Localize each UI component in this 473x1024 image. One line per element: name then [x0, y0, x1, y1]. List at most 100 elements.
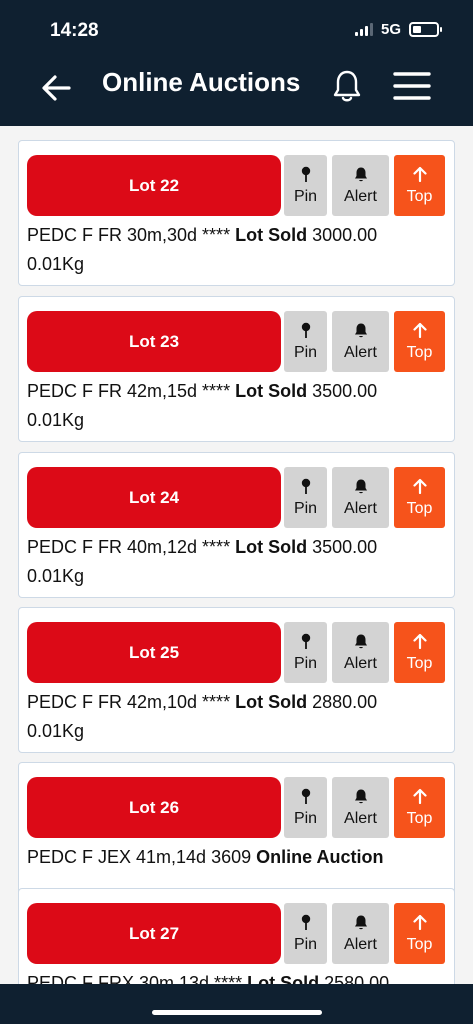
alert-label: Alert — [344, 499, 377, 517]
lot-price: 2580.00 — [324, 973, 390, 984]
lot-desc-text: PEDC F FRX 30m,13d **** — [27, 973, 243, 984]
arrow-up-icon — [412, 478, 427, 494]
notifications-button[interactable] — [326, 65, 368, 107]
lot-desc-text: PEDC F FR 42m,15d **** — [27, 381, 231, 401]
scroll-top-button[interactable]: Top — [394, 311, 445, 372]
lot-card: Lot 24 Pin Alert Top PEDC F FR 40m,12d *… — [18, 452, 455, 598]
top-label: Top — [406, 499, 433, 517]
status-indicators: 5G — [354, 21, 442, 38]
scroll-top-button[interactable]: Top — [394, 155, 445, 216]
top-label: Top — [406, 343, 433, 361]
lot-description: PEDC F FR 42m,10d **** Lot Sold 2880.00 0… — [27, 688, 451, 746]
scroll-top-button[interactable]: Top — [394, 777, 445, 838]
lot-button[interactable]: Lot 26 — [27, 777, 281, 838]
scroll-top-button[interactable]: Top — [394, 622, 445, 683]
lot-price: 3000.00 — [312, 225, 378, 245]
lot-card: Lot 23 Pin Alert Top PEDC F FR 42m,15d *… — [18, 296, 455, 442]
lot-status: Lot Sold — [247, 973, 320, 984]
alert-label: Alert — [344, 187, 377, 205]
top-label: Top — [406, 187, 433, 205]
pin-icon — [301, 478, 310, 494]
alert-bell-icon — [354, 634, 367, 648]
home-indicator[interactable] — [152, 1010, 322, 1015]
pin-icon — [301, 322, 310, 338]
alert-button[interactable]: Alert — [332, 903, 389, 964]
arrow-up-icon — [412, 788, 427, 804]
lot-status: Lot Sold — [235, 381, 308, 401]
alert-button[interactable]: Alert — [332, 777, 389, 838]
lot-button[interactable]: Lot 27 — [27, 903, 281, 964]
lot-button[interactable]: Lot 22 — [27, 155, 281, 216]
arrow-up-icon — [412, 914, 427, 930]
alert-button[interactable]: Alert — [332, 622, 389, 683]
scroll-top-button[interactable]: Top — [394, 467, 445, 528]
pin-button[interactable]: Pin — [284, 155, 327, 216]
scroll-top-button[interactable]: Top — [394, 903, 445, 964]
alert-bell-icon — [354, 167, 367, 181]
app-header: Online Auctions — [0, 60, 473, 126]
battery-icon — [409, 22, 442, 37]
lot-price: 3500.00 — [312, 381, 378, 401]
lot-card: Lot 27 Pin Alert Top PEDC F FRX 30m,13d … — [18, 888, 455, 984]
pin-button[interactable]: Pin — [284, 467, 327, 528]
page-title: Online Auctions — [102, 67, 301, 97]
lot-button[interactable]: Lot 25 — [27, 622, 281, 683]
arrow-up-icon — [412, 633, 427, 649]
lot-card: Lot 22 Pin Alert Top PEDC F FR 30m,30d *… — [18, 140, 455, 286]
lot-price: 2880.00 — [312, 692, 378, 712]
lot-desc-text: PEDC F JEX 41m,14d 3609 — [27, 847, 252, 867]
top-label: Top — [406, 935, 433, 953]
alert-button[interactable]: Alert — [332, 311, 389, 372]
lot-card: Lot 25 Pin Alert Top PEDC F FR 42m,10d *… — [18, 607, 455, 753]
lot-weight: 0.01Kg — [27, 721, 85, 741]
lot-weight: 0.01Kg — [27, 410, 85, 430]
lot-status: Lot Sold — [235, 537, 308, 557]
lot-weight: 0.01Kg — [27, 566, 85, 586]
alert-bell-icon — [354, 915, 367, 929]
arrow-up-icon — [412, 322, 427, 338]
top-label: Top — [406, 809, 433, 827]
pin-button[interactable]: Pin — [284, 311, 327, 372]
lot-description: PEDC F JEX 41m,14d 3609 Online Auction — [27, 843, 451, 872]
alert-button[interactable]: Alert — [332, 155, 389, 216]
alert-button[interactable]: Alert — [332, 467, 389, 528]
alert-label: Alert — [344, 809, 377, 827]
pin-icon — [301, 788, 310, 804]
lot-button[interactable]: Lot 24 — [27, 467, 281, 528]
alert-label: Alert — [344, 343, 377, 361]
lot-description: PEDC F FRX 30m,13d **** Lot Sold 2580.00 — [27, 969, 451, 984]
top-label: Top — [406, 654, 433, 672]
hamburger-menu-icon — [393, 72, 431, 100]
pin-button[interactable]: Pin — [284, 903, 327, 964]
bell-icon — [333, 70, 361, 102]
pin-button[interactable]: Pin — [284, 777, 327, 838]
lot-description: PEDC F FR 30m,30d **** Lot Sold 3000.00 0… — [27, 221, 451, 279]
pin-button[interactable]: Pin — [284, 622, 327, 683]
alert-bell-icon — [354, 789, 367, 803]
alert-bell-icon — [354, 323, 367, 337]
pin-icon — [301, 914, 310, 930]
alert-label: Alert — [344, 935, 377, 953]
alert-bell-icon — [354, 479, 367, 493]
lot-button[interactable]: Lot 23 — [27, 311, 281, 372]
alert-label: Alert — [344, 654, 377, 672]
lot-card: Lot 26 Pin Alert Top PEDC F JEX 41m,14d … — [18, 762, 455, 908]
back-button[interactable] — [36, 68, 76, 108]
lot-description: PEDC F FR 42m,15d **** Lot Sold 3500.00 0… — [27, 377, 451, 435]
arrow-up-icon — [412, 166, 427, 182]
lot-status: Lot Sold — [235, 225, 308, 245]
lot-desc-text: PEDC F FR 40m,12d **** — [27, 537, 231, 557]
pin-label: Pin — [293, 343, 318, 361]
lot-price: 3500.00 — [312, 537, 378, 557]
status-time: 14:28 — [50, 20, 99, 41]
lot-status: Lot Sold — [235, 692, 308, 712]
pin-icon — [301, 633, 310, 649]
pin-label: Pin — [293, 187, 318, 205]
auction-list[interactable]: Lot 22 Pin Alert Top PEDC F FR 30m,30d *… — [0, 126, 473, 984]
lot-description: PEDC F FR 40m,12d **** Lot Sold 3500.00 0… — [27, 533, 451, 591]
menu-button[interactable] — [390, 66, 434, 106]
lot-desc-text: PEDC F FR 42m,10d **** — [27, 692, 231, 712]
bottom-bar — [0, 984, 473, 1024]
lot-desc-text: PEDC F FR 30m,30d **** — [27, 225, 231, 245]
pin-label: Pin — [293, 499, 318, 517]
